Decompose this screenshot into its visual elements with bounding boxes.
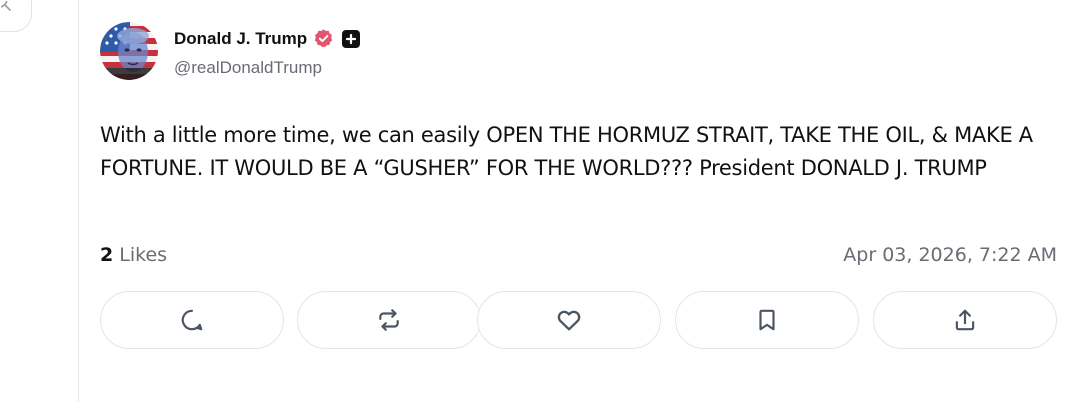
bookmark-icon	[759, 309, 775, 331]
repost-button[interactable]	[297, 291, 481, 349]
heart-icon	[557, 310, 581, 331]
verified-badge-icon	[313, 28, 334, 49]
avatar[interactable]	[100, 22, 158, 80]
page: Donald J. Trump @realDonaldTrump With a …	[0, 0, 1080, 402]
action-bar	[100, 291, 1060, 351]
reply-button[interactable]	[100, 291, 284, 349]
search-icon	[1, 1, 11, 11]
likes-label: Likes	[119, 244, 168, 266]
author-display-name[interactable]: Donald J. Trump	[174, 29, 307, 49]
post-meta: 2 Likes Apr 03, 2026, 7:22 AM	[100, 244, 1057, 268]
search-button[interactable]	[0, 0, 32, 32]
plus-badge-icon	[342, 29, 361, 48]
like-button[interactable]	[477, 291, 661, 349]
author-handle[interactable]: @realDonaldTrump	[174, 58, 322, 78]
bookmark-button[interactable]	[675, 291, 859, 349]
author-name-row: Donald J. Trump	[174, 28, 361, 49]
post-body-text: With a little more time, we can easily O…	[100, 123, 1033, 180]
post-timestamp[interactable]: Apr 03, 2026, 7:22 AM	[843, 244, 1057, 266]
share-button[interactable]	[873, 291, 1057, 349]
repost-icon	[379, 309, 399, 331]
likes-count: 2	[100, 244, 114, 266]
comment-icon	[181, 309, 203, 331]
likes-link[interactable]: 2 Likes	[100, 244, 167, 266]
left-sidebar	[0, 0, 79, 402]
share-icon	[955, 309, 975, 331]
